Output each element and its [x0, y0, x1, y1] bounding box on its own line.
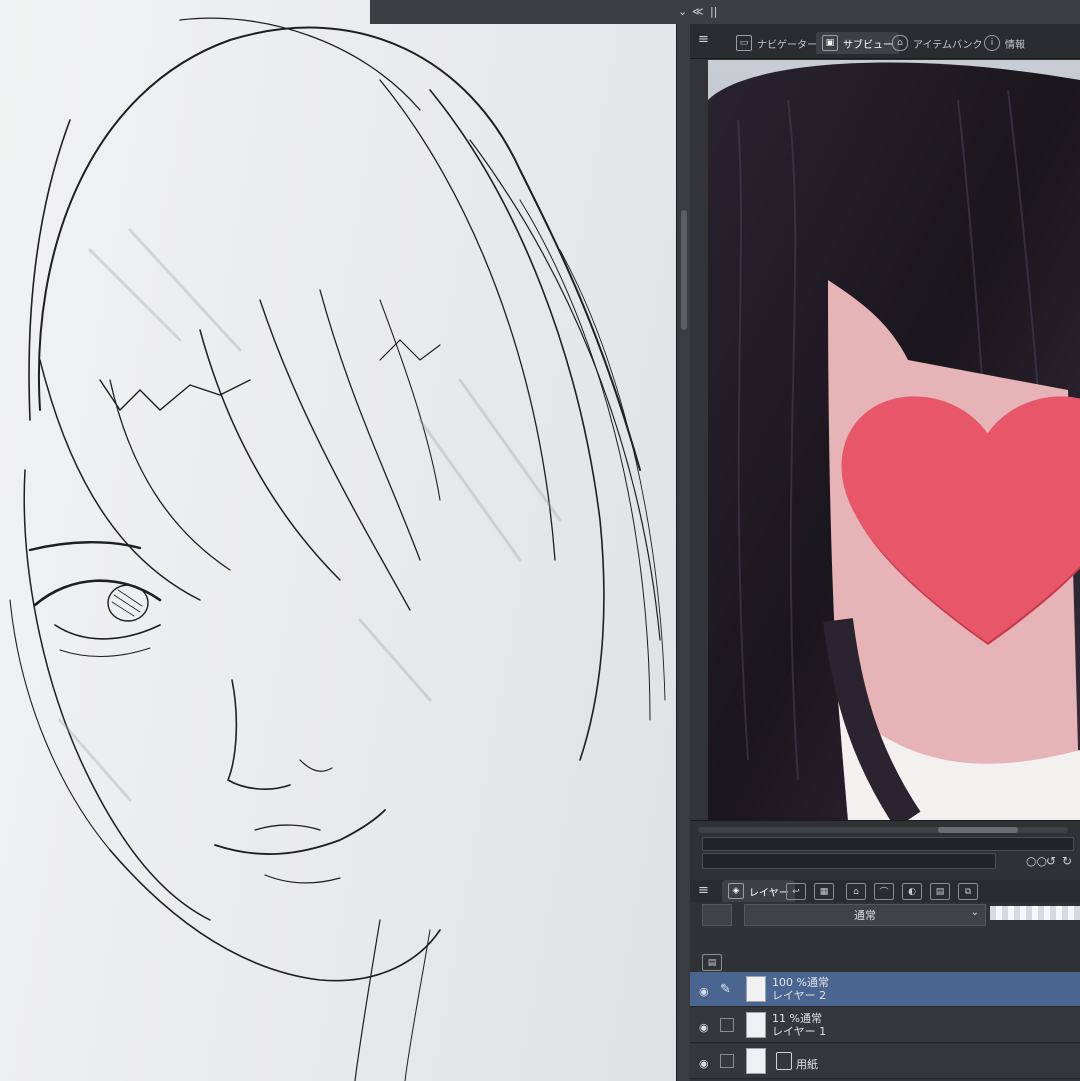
tab-item-bank-label: アイテムバンク — [913, 39, 983, 51]
tab-info-label: 情報 — [1005, 39, 1025, 51]
layer-name: レイヤー 1 — [772, 1025, 827, 1038]
subview-icon: ▣ — [822, 35, 838, 51]
pen-icon: ✎ — [720, 981, 731, 997]
layer-thumbnail — [746, 1012, 766, 1038]
paper-icon — [776, 1052, 792, 1070]
rotate-left-icon[interactable]: ↺ — [1046, 854, 1056, 868]
tab-info[interactable]: i 情報 — [978, 32, 1031, 54]
rotate-right-icon[interactable]: ↻ — [1062, 854, 1072, 868]
panel-grip-icon[interactable]: || — [710, 5, 717, 18]
layer-label: 11 %通常 レイヤー 1 — [772, 1012, 826, 1038]
tab-item-bank[interactable]: ⌂ アイテムバンク — [886, 32, 989, 54]
layer-thumbnail — [746, 1048, 766, 1074]
navigator-icon: ▭ — [736, 35, 752, 51]
eye-icon[interactable]: ◉ — [699, 1057, 713, 1070]
canvas-scrollbar[interactable] — [676, 0, 691, 1081]
layer-search-icon[interactable]: ▦ — [814, 883, 834, 900]
layer-menu-icon[interactable]: ≡ — [698, 883, 709, 898]
new-raster-layer-icon[interactable]: ⌂ — [846, 883, 866, 900]
layer-tab-bar: ≡ ◈ レイヤー ↩ ▦ ⌂ ⌒ ◐ ▤ ⧉ — [690, 880, 1080, 903]
new-folder-icon[interactable]: ◐ — [902, 883, 922, 900]
layer-color-chip[interactable] — [702, 904, 732, 926]
tab-layer[interactable]: ◈ レイヤー — [722, 880, 795, 902]
subview-scrollbar-thumb[interactable] — [938, 827, 1018, 833]
blend-mode-value: 通常 — [854, 909, 876, 922]
drawing-canvas[interactable] — [0, 0, 676, 1081]
layer-row[interactable]: ◉ 11 %通常 レイヤー 1 — [690, 1008, 1080, 1043]
chevron-down-icon[interactable]: ⌄ — [678, 5, 687, 18]
subview-rotate-slider[interactable] — [702, 853, 996, 869]
subview-reference-image[interactable] — [708, 60, 1080, 820]
layer-name: レイヤー 2 — [772, 989, 827, 1002]
info-icon: i — [984, 35, 1000, 51]
lock-checkbox[interactable] — [720, 1054, 734, 1068]
item-bank-icon: ⌂ — [892, 35, 908, 51]
layer-opacity-mode: 11 %通常 — [772, 1012, 822, 1025]
chevron-down-icon: ⌄ — [970, 907, 979, 918]
layer-opacity-mode: 100 %通常 — [772, 976, 829, 989]
layer-property-icon[interactable]: ↩ — [786, 883, 806, 900]
layer-row[interactable]: ◉ ✎ 100 %通常 レイヤー 2 — [690, 972, 1080, 1007]
layer-properties: 通常 ⌄ ▤ — [690, 902, 1080, 972]
reference-photo — [708, 60, 1080, 820]
layer-name: 用紙 — [796, 1058, 818, 1071]
transfer-layer-icon[interactable]: ▤ — [930, 883, 950, 900]
subview-controls: ○○ ↺ ↻ — [690, 820, 1080, 881]
layer-mask-icon[interactable]: ▤ — [702, 954, 722, 971]
scrollbar-thumb[interactable] — [681, 210, 687, 330]
right-panel: ≡ ▭ ナビゲーター ▣ サブビュー ⌂ アイテムバンク i 情報 ○○ ↺ ↻… — [690, 24, 1080, 1081]
panel-tab-bar: ≡ ▭ ナビゲーター ▣ サブビュー ⌂ アイテムバンク i 情報 — [690, 24, 1080, 59]
eye-icon[interactable]: ◉ — [699, 1021, 713, 1034]
panel-menu-icon[interactable]: ≡ — [698, 32, 709, 47]
blend-mode-select[interactable]: 通常 ⌄ — [744, 904, 986, 926]
layer-thumbnail — [746, 976, 766, 1002]
layer-label: 100 %通常 レイヤー 2 — [772, 976, 829, 1002]
layer-row[interactable]: ◉ 用紙 — [690, 1044, 1080, 1079]
top-strip: ⌄ ≪ || — [370, 0, 1080, 24]
layer-stack-icon: ◈ — [728, 883, 744, 899]
tab-navigator[interactable]: ▭ ナビゲーター — [730, 32, 823, 54]
merge-layer-icon[interactable]: ⧉ — [958, 883, 978, 900]
eye-icon[interactable]: ◉ — [699, 985, 713, 998]
subview-scrollbar[interactable] — [698, 827, 1068, 833]
subview-zoom-slider[interactable] — [702, 837, 1074, 851]
tab-navigator-label: ナビゲーター — [757, 39, 817, 51]
sketch-drawing — [9, 17, 666, 1081]
tab-layer-label: レイヤー — [749, 887, 789, 899]
opacity-slider[interactable] — [990, 906, 1080, 920]
collapse-panel-icon[interactable]: ≪ — [692, 5, 704, 18]
zoom-reset-icon[interactable]: ○○ — [1026, 854, 1047, 868]
layer-list: ◉ ✎ 100 %通常 レイヤー 2 ◉ 11 %通常 レイヤー 1 ◉ 用紙 — [690, 972, 1080, 1081]
new-vector-layer-icon[interactable]: ⌒ — [874, 883, 894, 900]
lock-checkbox[interactable] — [720, 1018, 734, 1032]
